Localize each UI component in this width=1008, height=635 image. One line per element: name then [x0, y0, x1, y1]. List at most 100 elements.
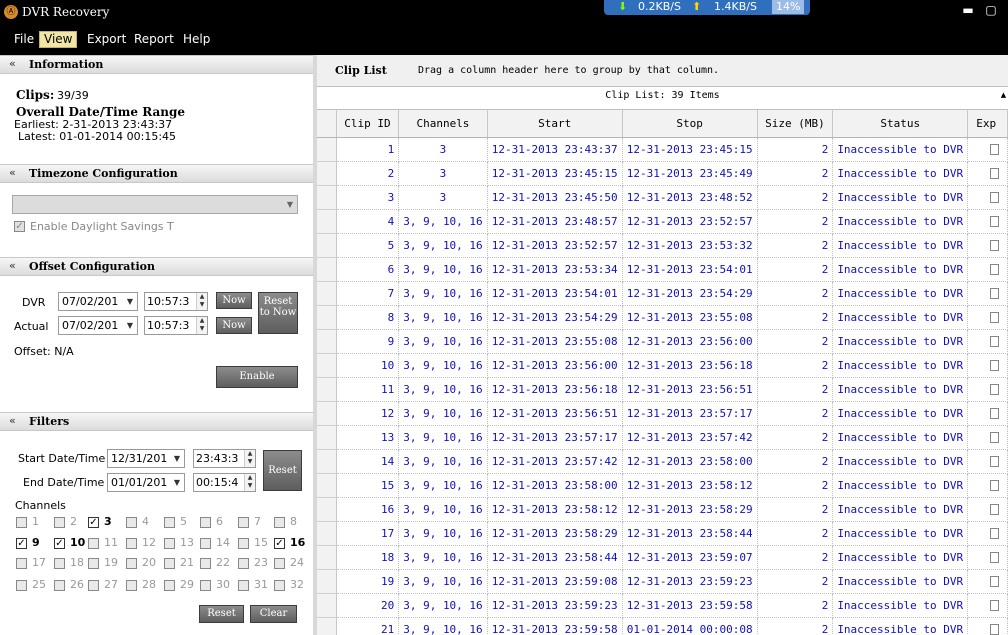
- table-row[interactable]: 6 3, 9, 10, 16 12-31-2013 23:53:34 12-31-20…: [317, 257, 1008, 282]
- table-row[interactable]: 20 3, 9, 10, 16 12-31-2013 23:59:23 12-31-2…: [317, 593, 1008, 618]
- export-checkbox[interactable]: [990, 240, 1000, 251]
- channel-checkbox[interactable]: [16, 517, 27, 528]
- table-row[interactable]: 11 3, 9, 10, 16 12-31-2013 23:56:18 12-31-2…: [317, 377, 1008, 402]
- column-header-clip-id[interactable]: Clip ID: [336, 110, 400, 138]
- row-selector[interactable]: [317, 545, 337, 570]
- row-selector[interactable]: [317, 161, 337, 186]
- row-selector[interactable]: [317, 281, 337, 306]
- table-row[interactable]: 21 3, 9, 10, 16 12-31-2013 23:59:58 01-01-2…: [317, 617, 1008, 635]
- menu-help[interactable]: Help: [179, 31, 214, 48]
- reset-filters-button[interactable]: Reset: [199, 605, 244, 623]
- row-selector[interactable]: [317, 425, 337, 450]
- table-row[interactable]: 5 3, 9, 10, 16 12-31-2013 23:52:57 12-31-20…: [317, 233, 1008, 258]
- row-selector[interactable]: [317, 185, 337, 210]
- dvr-now-button[interactable]: Now: [216, 292, 252, 309]
- collapse-chevron-icon[interactable]: «: [9, 57, 16, 70]
- channel-checkbox[interactable]: [200, 580, 211, 591]
- start-date-picker[interactable]: 12/31/201 ▼: [107, 449, 185, 468]
- row-selector[interactable]: [317, 137, 337, 162]
- minimize-icon[interactable]: ▬: [960, 3, 976, 17]
- table-row[interactable]: 2 3 12-31-2013 23:45:15 12-31-2013 23:45:49…: [317, 161, 1008, 186]
- channel-checkbox[interactable]: [126, 517, 137, 528]
- export-checkbox[interactable]: [990, 480, 1000, 491]
- spin-arrows-icon[interactable]: ▲ ▼: [196, 293, 207, 310]
- channel-checkbox[interactable]: [274, 580, 285, 591]
- information-section-header[interactable]: « Information: [0, 55, 313, 74]
- scroll-up-icon[interactable]: ▲: [999, 91, 1008, 99]
- channel-checkbox[interactable]: [200, 538, 211, 549]
- channel-checkbox[interactable]: [200, 517, 211, 528]
- export-checkbox[interactable]: [990, 312, 1000, 323]
- row-selector[interactable]: [317, 401, 337, 426]
- channel-checkbox[interactable]: [126, 538, 137, 549]
- actual-now-button[interactable]: Now: [216, 317, 252, 334]
- row-selector[interactable]: [317, 521, 337, 546]
- row-selector[interactable]: [317, 353, 337, 378]
- channel-checkbox[interactable]: [164, 538, 175, 549]
- actual-time-spinner[interactable]: 10:57:3 ▲ ▼: [144, 316, 208, 335]
- row-selector[interactable]: [317, 305, 337, 330]
- table-row[interactable]: 12 3, 9, 10, 16 12-31-2013 23:56:51 12-31-2…: [317, 401, 1008, 426]
- export-checkbox[interactable]: [990, 552, 1000, 563]
- collapse-chevron-icon[interactable]: «: [9, 166, 16, 179]
- menu-export[interactable]: Export: [83, 31, 130, 48]
- column-header-channels[interactable]: Channels: [398, 110, 488, 138]
- channel-checkbox[interactable]: [274, 558, 285, 569]
- channel-checkbox[interactable]: [88, 580, 99, 591]
- column-header-status[interactable]: Status: [832, 110, 969, 138]
- end-time-spinner[interactable]: 00:15:4 ▲ ▼: [193, 473, 256, 492]
- export-checkbox[interactable]: [990, 432, 1000, 443]
- row-selector[interactable]: [317, 257, 337, 282]
- table-row[interactable]: 4 3, 9, 10, 16 12-31-2013 23:48:57 12-31-20…: [317, 209, 1008, 234]
- restore-icon[interactable]: ▢: [983, 3, 999, 17]
- dvr-date-picker[interactable]: 07/02/201 ▼: [58, 292, 138, 311]
- table-row[interactable]: 7 3, 9, 10, 16 12-31-2013 23:54:01 12-31-20…: [317, 281, 1008, 306]
- dvr-time-spinner[interactable]: 10:57:3 ▲ ▼: [144, 292, 208, 311]
- collapse-chevron-icon[interactable]: «: [9, 414, 16, 427]
- channel-checkbox[interactable]: ✓: [16, 538, 27, 549]
- export-checkbox[interactable]: [990, 384, 1000, 395]
- reset-datetime-button[interactable]: Reset: [263, 450, 302, 491]
- row-selector[interactable]: [317, 569, 337, 594]
- column-header-size[interactable]: Size (MB): [757, 110, 834, 138]
- channel-checkbox[interactable]: [54, 517, 65, 528]
- export-checkbox[interactable]: [990, 192, 1000, 203]
- start-time-spinner[interactable]: 23:43:3 ▲ ▼: [193, 449, 256, 468]
- channel-checkbox[interactable]: [238, 558, 249, 569]
- table-row[interactable]: 3 3 12-31-2013 23:45:50 12-31-2013 23:48:52…: [317, 185, 1008, 210]
- row-selector[interactable]: [317, 377, 337, 402]
- dst-checkbox[interactable]: ✓: [14, 221, 25, 232]
- channel-checkbox[interactable]: [274, 517, 285, 528]
- table-row[interactable]: 18 3, 9, 10, 16 12-31-2013 23:58:44 12-31-2…: [317, 545, 1008, 570]
- export-checkbox[interactable]: [990, 216, 1000, 227]
- table-row[interactable]: 10 3, 9, 10, 16 12-31-2013 23:56:00 12-31-2…: [317, 353, 1008, 378]
- enable-button[interactable]: Enable: [216, 366, 298, 388]
- table-row[interactable]: 1 3 12-31-2013 23:43:37 12-31-2013 23:45:15…: [317, 137, 1008, 162]
- channel-checkbox[interactable]: [126, 558, 137, 569]
- offset-section-header[interactable]: « Offset Configuration: [0, 257, 313, 276]
- export-checkbox[interactable]: [990, 624, 1000, 635]
- export-checkbox[interactable]: [990, 456, 1000, 467]
- channel-checkbox[interactable]: [16, 558, 27, 569]
- menu-file[interactable]: File: [10, 31, 38, 48]
- channel-checkbox[interactable]: [164, 558, 175, 569]
- actual-date-picker[interactable]: 07/02/201 ▼: [58, 316, 138, 335]
- table-row[interactable]: 14 3, 9, 10, 16 12-31-2013 23:57:42 12-31-2…: [317, 449, 1008, 474]
- channel-checkbox[interactable]: [88, 538, 99, 549]
- menu-report[interactable]: Report: [130, 31, 178, 48]
- column-header-stop[interactable]: Stop: [622, 110, 758, 138]
- export-checkbox[interactable]: [990, 336, 1000, 347]
- channel-checkbox[interactable]: ✓: [274, 538, 285, 549]
- end-date-picker[interactable]: 01/01/201 ▼: [107, 473, 185, 492]
- channel-checkbox[interactable]: [164, 580, 175, 591]
- channel-checkbox[interactable]: [238, 580, 249, 591]
- channel-checkbox[interactable]: [238, 538, 249, 549]
- channel-checkbox[interactable]: [200, 558, 211, 569]
- export-checkbox[interactable]: [990, 264, 1000, 275]
- channel-checkbox[interactable]: [54, 580, 65, 591]
- export-checkbox[interactable]: [990, 360, 1000, 371]
- channel-checkbox[interactable]: [16, 580, 27, 591]
- table-row[interactable]: 8 3, 9, 10, 16 12-31-2013 23:54:29 12-31-20…: [317, 305, 1008, 330]
- export-checkbox[interactable]: [990, 600, 1000, 611]
- export-checkbox[interactable]: [990, 144, 1000, 155]
